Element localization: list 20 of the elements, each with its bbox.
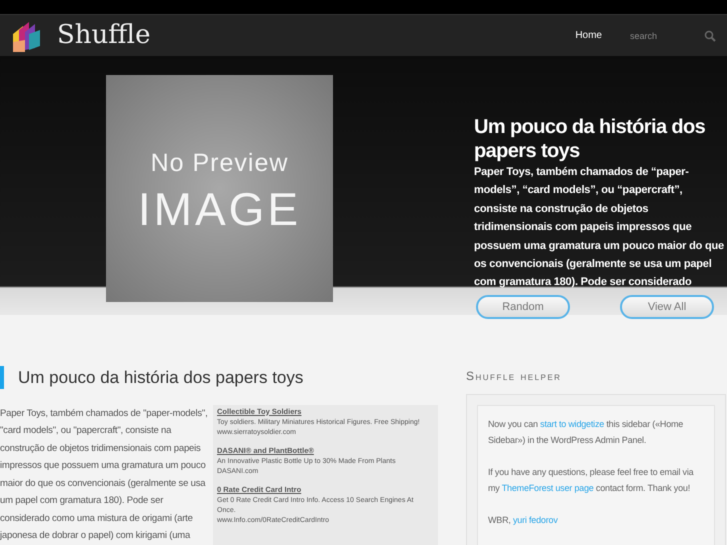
post-text: Paper Toys, também chamados de "paper-models", "card models", ou "papercraft", consiste na construção de objetos tridimensionais com papeis impressos que possuem uma gramatura um pouco maior do que os convencionais (geralmente se usa um papel com gramatura 180). Pode ser considerado como uma mistura de origami (arte japonesa de dobrar o papel) com kirigami (uma <box>0 406 209 543</box>
sidebar-paragraph: WBR, yuri fedorov <box>488 514 559 527</box>
hero-button[interactable]: View All <box>620 294 714 319</box>
preview-line: IMAGE <box>138 186 302 232</box>
sidebar-paragraph: If you have any questions, please feel free to email via my ThemeForest user page contact form. Thank you! <box>488 466 695 495</box>
hero-button[interactable]: Random <box>476 294 570 319</box>
nav-link[interactable]: Home <box>575 28 602 43</box>
hero-title: Um pouco da história dos papers toys <box>474 115 706 163</box>
search-field[interactable]: search <box>630 26 700 46</box>
search-icon[interactable] <box>704 30 716 42</box>
hero-text: Paper Toys, também chamados de “paper-models”, “card models”, ou “papercraft”, consiste na construção de objetos tridimensionais com papeis impressos que possuem uma gramatura um pouco maior do que os convencionais (geralmente se usa um papel com gramatura 180). Pode ser considerado <box>474 165 724 290</box>
preview-line: No Preview <box>150 148 288 179</box>
post-title: Um pouco da história dos papers toys <box>18 367 304 389</box>
logo-icon <box>11 20 41 52</box>
sidebar-paragraph: Now you can start to widgetize this sidebar («Home Sidebar») in the WordPress Admin Panel. <box>488 418 684 447</box>
sidebar-link[interactable]: yuri fedorov <box>513 515 558 525</box>
sidebar-link[interactable]: ThemeForest user page <box>502 483 594 493</box>
sidebar-title: Shuffle helper <box>466 368 562 385</box>
sidebar-link[interactable]: start to widgetize <box>540 419 604 429</box>
logo-text: Shuffle <box>57 19 150 52</box>
